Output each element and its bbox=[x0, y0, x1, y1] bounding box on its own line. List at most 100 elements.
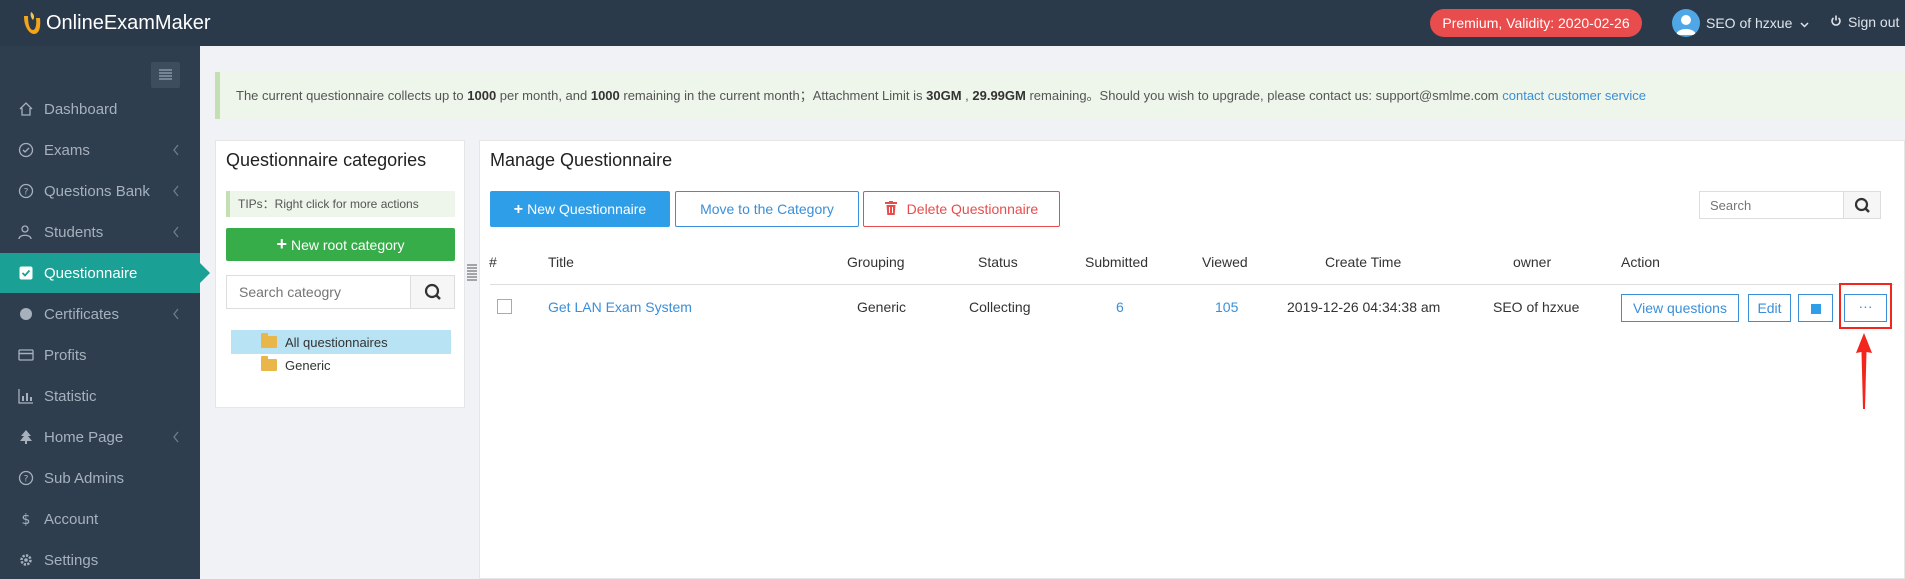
sidebar-item-certificates[interactable]: Certificates bbox=[0, 294, 200, 334]
create-time-cell: 2019-12-26 04:34:38 am bbox=[1287, 299, 1441, 315]
top-bar: OnlineExamMaker Premium, Validity: 2020-… bbox=[0, 0, 1905, 46]
svg-text:?: ? bbox=[24, 188, 29, 198]
column-header-create-time: Create Time bbox=[1325, 254, 1402, 270]
new-root-label: New root category bbox=[290, 237, 405, 253]
sidebar-item-settings[interactable]: Settings bbox=[0, 540, 200, 579]
tree-item-label: Generic bbox=[285, 357, 331, 373]
sidebar-item-label: Home Page bbox=[44, 428, 124, 446]
delete-questionnaire-button[interactable]: Delete Questionnaire bbox=[863, 191, 1060, 227]
bar-chart-icon bbox=[18, 389, 33, 404]
sidebar-item-label: Questionnaire bbox=[44, 264, 138, 282]
sidebar-item-label: Settings bbox=[44, 551, 99, 569]
notice-text: per month, and bbox=[496, 88, 591, 103]
sidebar-item-label: Sub Admins bbox=[44, 469, 125, 487]
new-root-category-button[interactable]: + New root category bbox=[226, 228, 455, 261]
column-header-action: Action bbox=[1621, 254, 1660, 270]
sidebar-item-statistic[interactable]: Statistic bbox=[0, 376, 200, 416]
plus-icon: + bbox=[276, 234, 287, 254]
row-checkbox[interactable] bbox=[497, 299, 512, 314]
tree-item-label: All questionnaires bbox=[285, 334, 388, 350]
user-menu[interactable]: SEO of hzxue bbox=[1672, 8, 1809, 38]
chevron-left-icon bbox=[173, 185, 179, 197]
notice-text: remaining in the current month；Attachmen… bbox=[619, 88, 927, 103]
chevron-left-icon bbox=[173, 226, 179, 238]
search-icon bbox=[1854, 197, 1870, 213]
delete-questionnaire-label: Delete Questionnaire bbox=[906, 201, 1039, 217]
logo[interactable]: OnlineExamMaker bbox=[20, 9, 211, 37]
sign-out-button[interactable]: Sign out bbox=[1830, 14, 1899, 30]
questionnaire-title-link[interactable]: Get LAN Exam System bbox=[548, 299, 692, 315]
dollar-icon: $ bbox=[22, 512, 31, 527]
tree-item-generic[interactable]: Generic bbox=[231, 353, 451, 377]
notice-text: , bbox=[961, 88, 973, 103]
edit-button[interactable]: Edit bbox=[1748, 294, 1791, 322]
sidebar-item-profits[interactable]: Profits bbox=[0, 335, 200, 375]
categories-title: Questionnaire categories bbox=[226, 150, 427, 170]
tips-banner: TIPs：Right click for more actions bbox=[226, 191, 455, 217]
column-header-index: # bbox=[489, 254, 497, 270]
sidebar-item-home-page[interactable]: Home Page bbox=[0, 417, 200, 457]
submitted-count-link[interactable]: 6 bbox=[1116, 299, 1124, 315]
home-icon bbox=[19, 102, 33, 116]
chevron-down-icon bbox=[1800, 15, 1809, 31]
questionnaire-search-input[interactable] bbox=[1699, 191, 1844, 219]
premium-badge[interactable]: Premium, Validity: 2020-02-26 bbox=[1430, 9, 1642, 37]
sidebar-item-questionnaire[interactable]: Questionnaire bbox=[0, 253, 210, 293]
users-icon bbox=[18, 225, 32, 240]
move-to-category-button[interactable]: Move to the Category bbox=[675, 191, 859, 227]
status-cell: Collecting bbox=[969, 299, 1031, 315]
svg-text:$: $ bbox=[22, 512, 31, 527]
sign-out-label: Sign out bbox=[1848, 14, 1900, 30]
questionnaire-search-button[interactable] bbox=[1843, 191, 1881, 219]
column-header-grouping: Grouping bbox=[847, 254, 905, 270]
view-questions-button[interactable]: View questions bbox=[1621, 294, 1739, 322]
grouping-cell: Generic bbox=[857, 299, 907, 315]
grip-icon bbox=[467, 264, 477, 281]
remaining-count: 1000 bbox=[590, 88, 620, 103]
notice-text: remaining。Should you wish to upgrade, pl… bbox=[1025, 88, 1503, 103]
sidebar-item-students[interactable]: Students bbox=[0, 212, 200, 252]
stop-button[interactable] bbox=[1798, 294, 1833, 322]
logo-icon bbox=[20, 10, 42, 36]
category-search-input[interactable] bbox=[226, 275, 411, 309]
sidebar-item-label: Students bbox=[44, 223, 104, 241]
owner-cell: SEO of hzxue bbox=[1493, 299, 1580, 315]
svg-text:?: ? bbox=[24, 475, 29, 485]
tree-item-all[interactable]: All questionnaires bbox=[231, 330, 451, 354]
folder-icon bbox=[261, 333, 277, 348]
sidebar-toggle-button[interactable] bbox=[151, 62, 180, 88]
sidebar-item-dashboard[interactable]: Dashboard bbox=[0, 89, 200, 129]
viewed-count-link[interactable]: 105 bbox=[1215, 299, 1238, 315]
notice-text: The current questionnaire collects up to bbox=[236, 88, 468, 103]
checkbox-icon bbox=[19, 266, 33, 280]
manage-questionnaire-panel: Manage Questionnaire + New Questionnaire … bbox=[479, 140, 1905, 579]
certificate-icon bbox=[20, 308, 32, 320]
trash-icon bbox=[884, 201, 901, 218]
attachment-limit: 30GM bbox=[926, 88, 962, 103]
plus-icon: + bbox=[513, 201, 524, 218]
contact-service-link[interactable]: contact customer service bbox=[1502, 88, 1646, 103]
sidebar: Dashboard Exams ? Questions Bank Student… bbox=[0, 46, 210, 579]
category-search-button[interactable] bbox=[410, 275, 455, 309]
sidebar-item-label: Statistic bbox=[44, 387, 97, 405]
sidebar-item-label: Questions Bank bbox=[44, 182, 150, 200]
sidebar-item-label: Exams bbox=[44, 141, 90, 159]
attachment-remaining: 29.99GM bbox=[972, 88, 1026, 103]
column-header-status: Status bbox=[978, 254, 1018, 270]
question-circle-icon: ? bbox=[18, 183, 34, 199]
tree-icon bbox=[20, 430, 32, 444]
column-header-owner: owner bbox=[1513, 254, 1552, 270]
sidebar-item-exams[interactable]: Exams bbox=[0, 130, 200, 170]
panel-resize-handle[interactable] bbox=[466, 263, 478, 281]
gear-icon bbox=[20, 554, 32, 566]
sidebar-item-questions-bank[interactable]: ? Questions Bank bbox=[0, 171, 200, 211]
new-questionnaire-label: New Questionnaire bbox=[527, 201, 647, 217]
sidebar-item-label: Account bbox=[44, 510, 99, 528]
categories-panel: Questionnaire categories TIPs：Right clic… bbox=[215, 140, 465, 408]
red-arrow-icon bbox=[1856, 333, 1872, 409]
sidebar-item-sub-admins[interactable]: ? Sub Admins bbox=[0, 458, 200, 498]
sidebar-item-account[interactable]: $ Account bbox=[0, 499, 200, 539]
new-questionnaire-button[interactable]: + New Questionnaire bbox=[490, 191, 670, 227]
column-header-title: Title bbox=[548, 254, 574, 270]
highlight-box bbox=[1839, 283, 1892, 329]
